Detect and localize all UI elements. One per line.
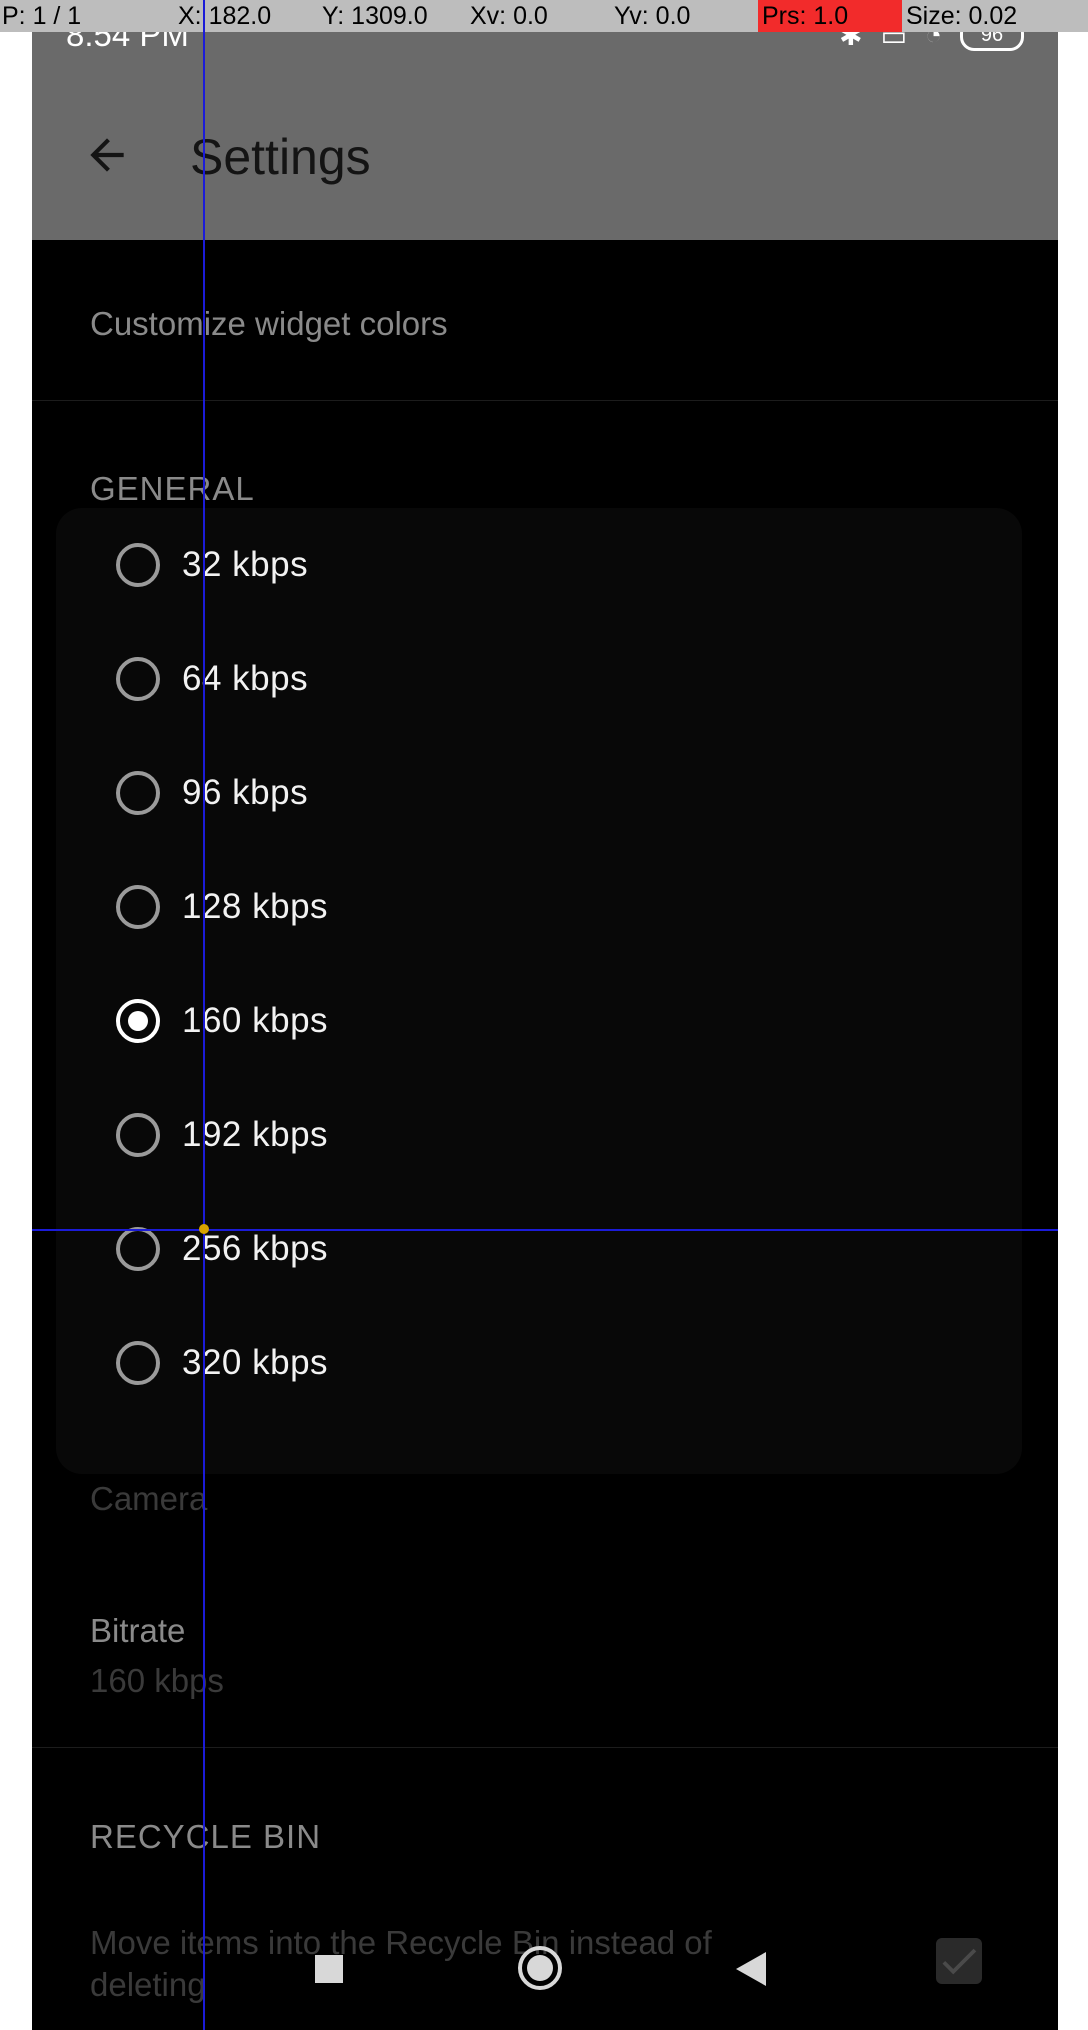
general-section-header: GENERAL bbox=[90, 470, 255, 507]
bitrate-option[interactable]: 320 kbps bbox=[56, 1306, 1022, 1420]
recycle-bin-section-header: RECYCLE BIN bbox=[90, 1818, 322, 1855]
radio-button-icon[interactable] bbox=[116, 1227, 160, 1271]
app-bar: 8:54 PM ✱ ▭ ◔ 96 Settings bbox=[32, 0, 1058, 240]
radio-button-icon[interactable] bbox=[116, 657, 160, 701]
radio-button-checked-icon[interactable] bbox=[116, 999, 160, 1043]
customize-widget-colors-item[interactable]: Customize widget colors bbox=[90, 305, 448, 343]
pointer-size: Size: 0.02 bbox=[906, 2, 1018, 30]
back-triangle-icon[interactable] bbox=[734, 1950, 768, 1988]
bitrate-dialog: 32 kbps 64 kbps 96 kbps 128 kbps 160 kbp… bbox=[56, 508, 1022, 1474]
radio-button-icon[interactable] bbox=[116, 543, 160, 587]
radio-button-icon[interactable] bbox=[116, 885, 160, 929]
home-circle-icon[interactable] bbox=[516, 1944, 564, 1992]
divider bbox=[32, 1747, 1058, 1748]
pointer-pressure: Prs: 1.0 bbox=[762, 2, 849, 30]
pointer-x-velocity: Xv: 0.0 bbox=[470, 2, 548, 30]
bitrate-option-label: 32 kbps bbox=[182, 545, 309, 584]
radio-button-icon[interactable] bbox=[116, 1113, 160, 1157]
pointer-count: P: 1 / 1 bbox=[2, 2, 82, 30]
pointer-x: X: 182.0 bbox=[178, 2, 272, 30]
bitrate-option-label: 64 kbps bbox=[182, 659, 309, 698]
radio-button-icon[interactable] bbox=[116, 771, 160, 815]
bitrate-setting-title[interactable]: Bitrate bbox=[90, 1612, 185, 1650]
pointer-y-velocity: Yv: 0.0 bbox=[614, 2, 691, 30]
divider bbox=[32, 400, 1058, 401]
camera-label: Camera bbox=[90, 1480, 208, 1517]
page-title: Settings bbox=[190, 129, 371, 185]
pointer-crosshair-vertical bbox=[203, 0, 205, 2030]
back-arrow-icon[interactable] bbox=[82, 130, 132, 180]
bitrate-option[interactable]: 256 kbps bbox=[56, 1192, 1022, 1306]
bitrate-option[interactable]: 192 kbps bbox=[56, 1078, 1022, 1192]
pointer-location-bar: P: 1 / 1 X: 182.0 Y: 1309.0 Xv: 0.0 Yv: … bbox=[0, 0, 1088, 32]
bitrate-option[interactable]: 96 kbps bbox=[56, 736, 1022, 850]
bitrate-option[interactable]: 64 kbps bbox=[56, 622, 1022, 736]
pointer-crosshair-horizontal bbox=[32, 1229, 1058, 1231]
navigation-bar bbox=[32, 1930, 1058, 2010]
bitrate-option[interactable]: 160 kbps bbox=[56, 964, 1022, 1078]
recents-square-icon[interactable] bbox=[314, 1954, 344, 1984]
pointer-y: Y: 1309.0 bbox=[322, 2, 428, 30]
bitrate-option[interactable]: 32 kbps bbox=[56, 508, 1022, 622]
touch-point bbox=[199, 1224, 209, 1234]
device-screen: 8:54 PM ✱ ▭ ◔ 96 Settings Customize widg… bbox=[32, 0, 1058, 2030]
radio-button-icon[interactable] bbox=[116, 1341, 160, 1385]
bitrate-option[interactable]: 128 kbps bbox=[56, 850, 1022, 964]
bitrate-option-label: 96 kbps bbox=[182, 773, 309, 812]
